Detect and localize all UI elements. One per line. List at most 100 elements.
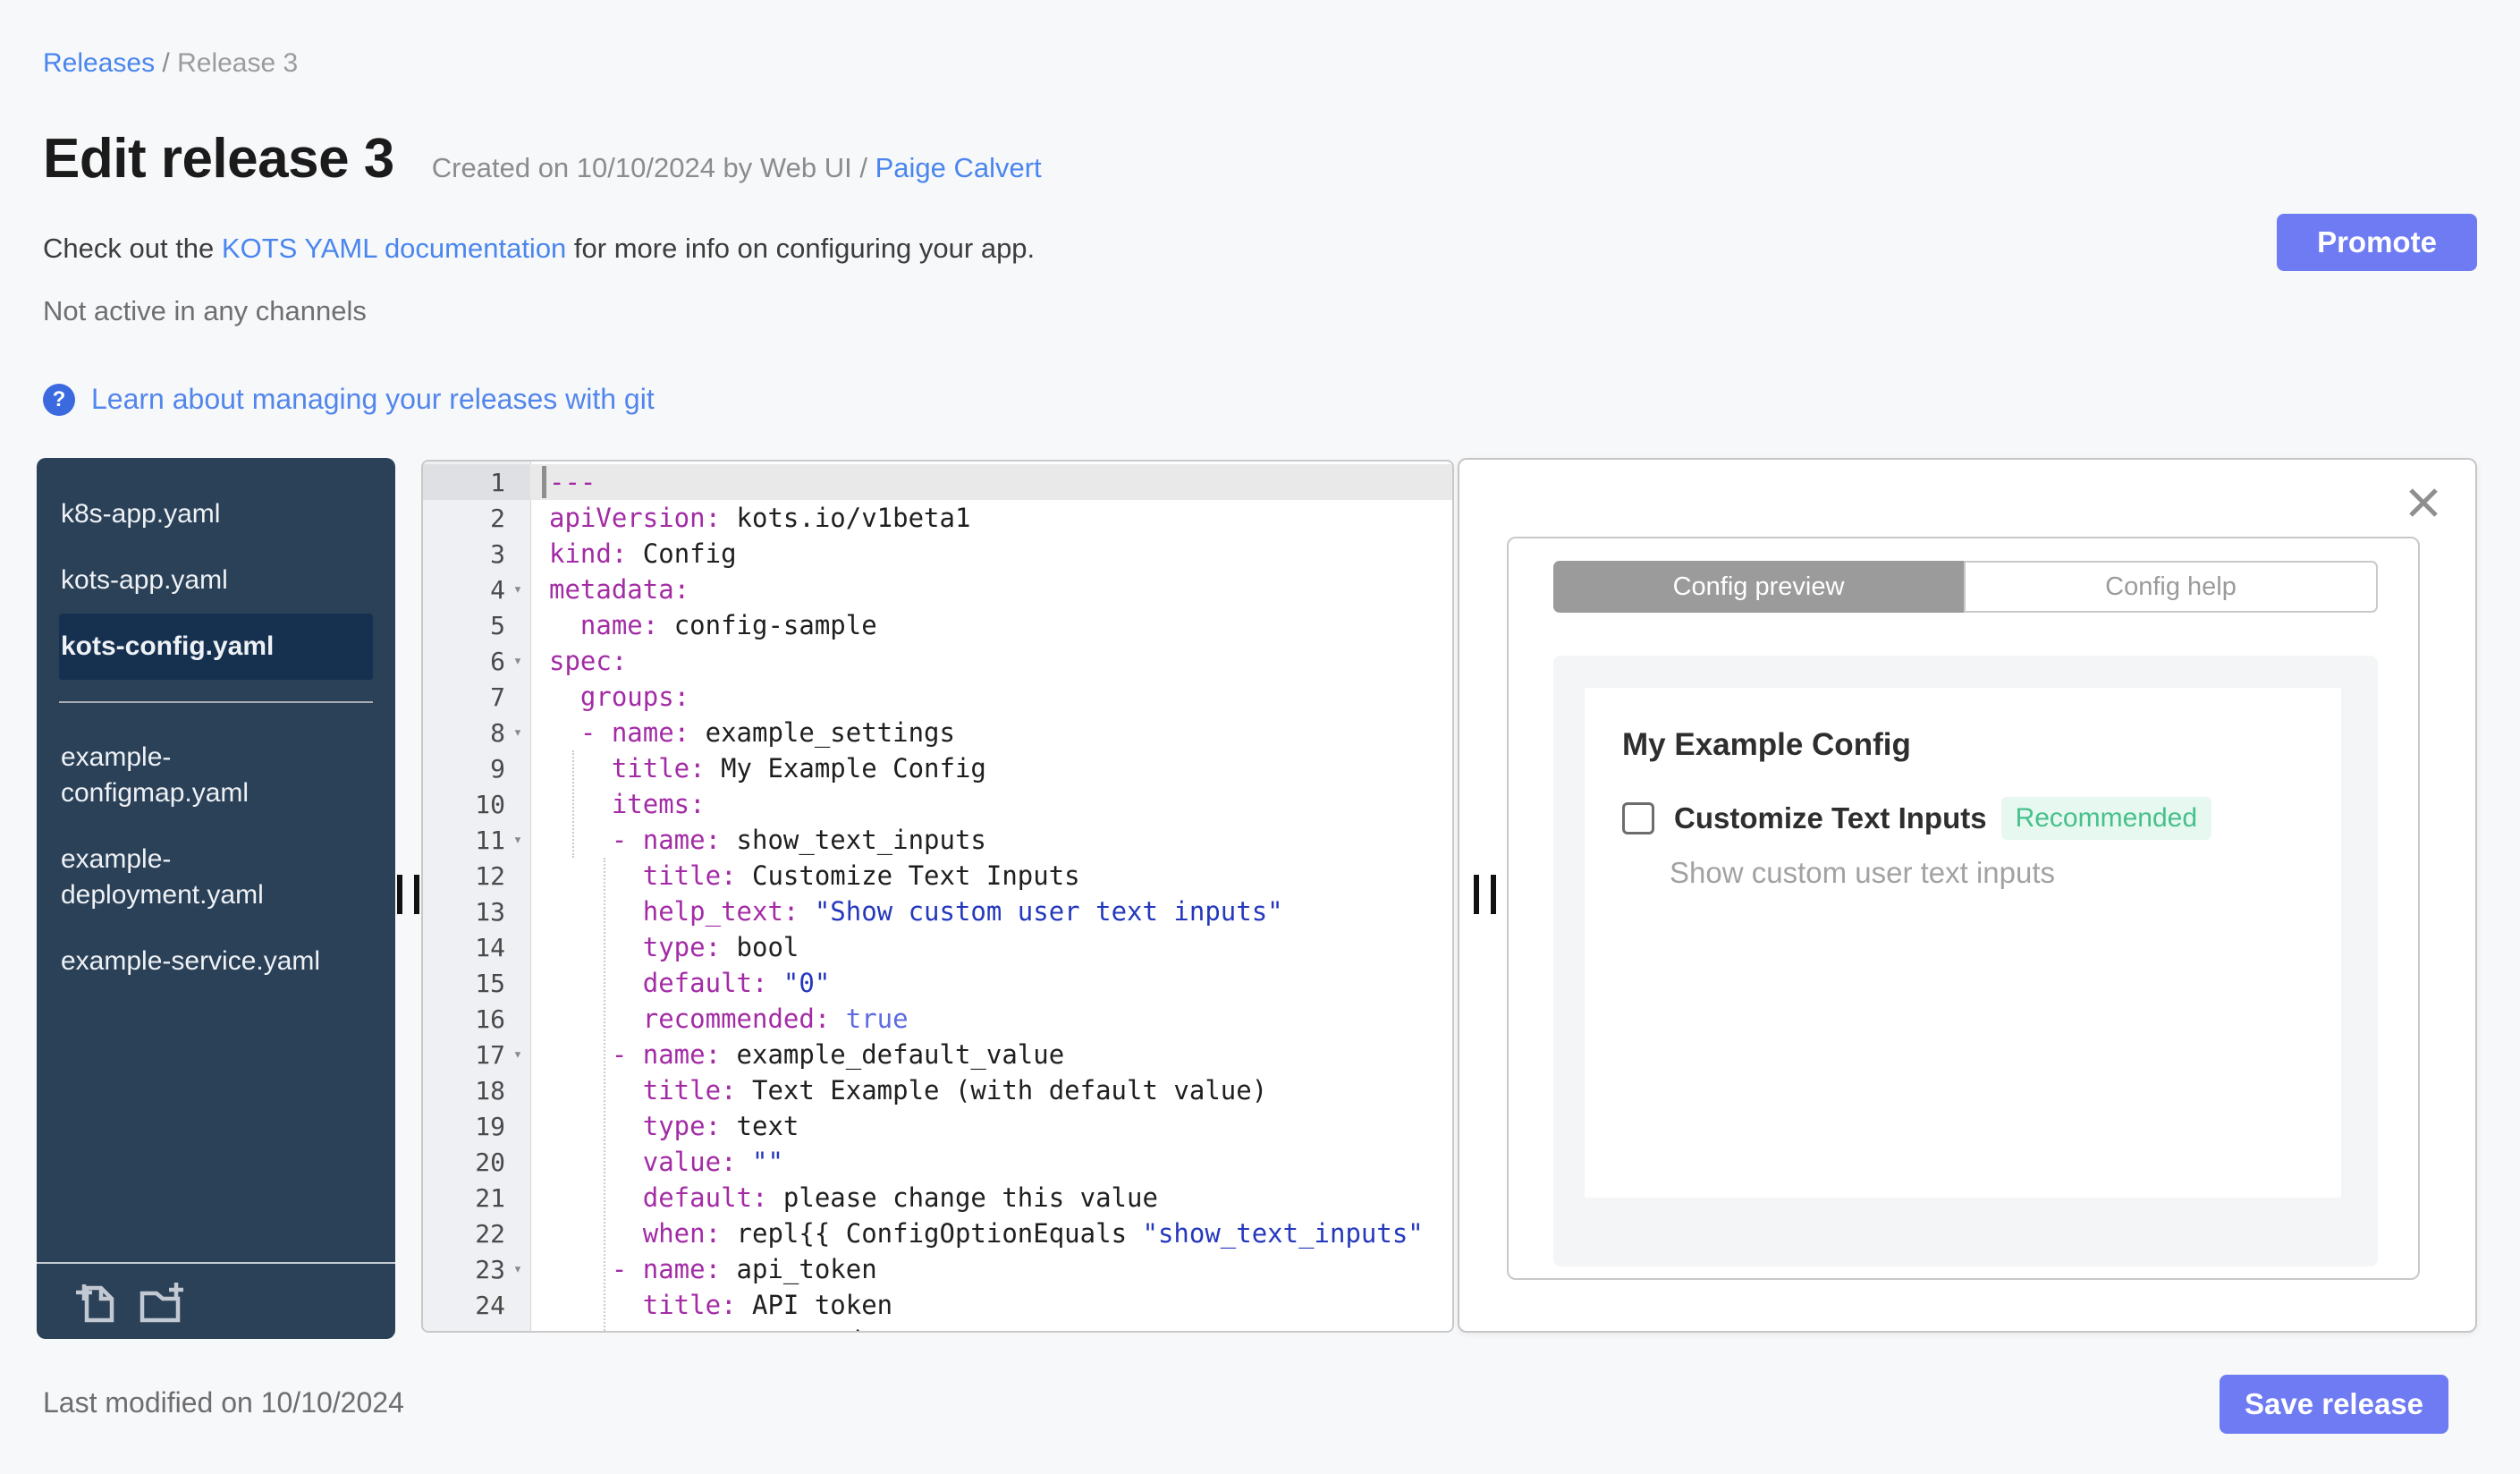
- line-number: 16: [475, 1004, 505, 1034]
- tab-config-preview[interactable]: Config preview: [1553, 561, 1964, 613]
- code-line-20: value: "": [642, 1147, 783, 1177]
- close-icon[interactable]: [2407, 487, 2440, 519]
- code-line-8: - name: example_settings: [579, 717, 955, 748]
- created-info: Created on 10/10/2024 by Web UI / Paige …: [432, 152, 1042, 184]
- code-line-4: metadata:: [549, 574, 690, 605]
- preview-tabs: Config preview Config help: [1553, 561, 2378, 613]
- add-folder-icon[interactable]: [139, 1279, 185, 1324]
- fold-arrow-icon[interactable]: ▾: [505, 580, 530, 598]
- save-release-button[interactable]: Save release: [2220, 1375, 2448, 1434]
- git-help-row: ? Learn about managing your releases wit…: [43, 383, 655, 416]
- line-number: 8 ▾: [423, 715, 530, 750]
- add-file-icon[interactable]: [74, 1279, 115, 1324]
- git-releases-link[interactable]: Learn about managing your releases with …: [91, 383, 655, 416]
- config-preview-area: My Example Config Customize Text Inputs …: [1553, 656, 2378, 1266]
- line-number: 23 ▾: [423, 1251, 530, 1287]
- panel-resize-handle[interactable]: [1474, 875, 1496, 914]
- file-list: k8s-app.yaml kots-app.yaml kots-config.yam…: [37, 481, 395, 995]
- sidebar-item-example-configmap.yaml[interactable]: example-configmap.yaml: [59, 724, 329, 826]
- line-number: 10: [475, 789, 505, 819]
- sidebar-item-example-deployment.yaml[interactable]: example-deployment.yaml: [59, 826, 329, 928]
- breadcrumb: Releases / Release 3: [43, 48, 298, 79]
- fold-arrow-icon[interactable]: ▾: [505, 1046, 530, 1063]
- text-cursor: [542, 466, 546, 498]
- line-number: 11 ▾: [423, 822, 530, 858]
- code-line-15: default: "0": [642, 968, 831, 998]
- line-number: 22: [475, 1218, 505, 1249]
- code-line-17: - name: example_default_value: [611, 1039, 1065, 1070]
- breadcrumb-releases-link[interactable]: Releases: [43, 48, 155, 78]
- code-line-12: title: Customize Text Inputs: [642, 860, 1080, 891]
- code-line-10: items:: [611, 789, 706, 819]
- code-line-6: spec:: [549, 646, 628, 676]
- code-line-11: - name: show_text_inputs: [611, 825, 986, 855]
- code-line-2: apiVersion: kots.io/v1beta1: [549, 503, 971, 533]
- sidebar-item-k8s-app.yaml[interactable]: k8s-app.yaml: [59, 481, 329, 547]
- sidebar-item-example-service.yaml[interactable]: example-service.yaml: [59, 928, 329, 995]
- fold-arrow-icon[interactable]: ▾: [505, 831, 530, 849]
- code-line-23: - name: api_token: [611, 1254, 877, 1284]
- question-mark-icon: ?: [43, 383, 75, 416]
- code-line-16: recommended: true: [642, 1004, 909, 1034]
- fold-arrow-icon[interactable]: ▾: [505, 1260, 530, 1278]
- line-number: 19: [475, 1111, 505, 1141]
- config-preview-panel: Config preview Config help My Example Con…: [1458, 458, 2477, 1333]
- last-modified-text: Last modified on 10/10/2024: [43, 1386, 404, 1419]
- customize-text-inputs-checkbox[interactable]: [1622, 802, 1654, 834]
- doc-line: Check out the KOTS YAML documentation fo…: [43, 233, 1035, 265]
- yaml-editor[interactable]: 1 2 3 4 ▾ 5 6 ▾ 7 8 ▾ 9 10 11 ▾ 12 13 14 15 16 17 ▾ 18 19 20 21 22…: [421, 460, 1454, 1333]
- line-number: 1: [490, 467, 505, 497]
- config-item-help-text: Show custom user text inputs: [1670, 856, 2056, 889]
- fold-arrow-icon[interactable]: ▾: [505, 724, 530, 741]
- fold-arrow-icon[interactable]: ▾: [505, 652, 530, 670]
- promote-button[interactable]: Promote: [2277, 214, 2477, 271]
- line-number: 15: [475, 968, 505, 998]
- created-author-link[interactable]: Paige Calvert: [875, 152, 1042, 183]
- doc-suffix: for more info on configuring your app.: [566, 233, 1036, 264]
- code-line-22: when: repl{{ ConfigOptionEquals "show_te…: [642, 1218, 1424, 1249]
- code-line-3: kind: Config: [549, 538, 737, 569]
- config-group-title: My Example Config: [1622, 727, 1911, 762]
- line-number: 18: [475, 1075, 505, 1106]
- line-number: 4 ▾: [423, 572, 530, 607]
- code-line-24: title: API token: [642, 1290, 893, 1320]
- code-line-25: type: password: [549, 1323, 861, 1331]
- preview-card: Config preview Config help My Example Con…: [1507, 537, 2420, 1280]
- line-number: 21: [475, 1182, 505, 1213]
- sidebar-item-kots-app.yaml[interactable]: kots-app.yaml: [59, 547, 329, 614]
- sidebar-bottom-bar: [37, 1262, 395, 1339]
- breadcrumb-current: Release 3: [177, 48, 299, 78]
- code-line-1: ---: [549, 467, 596, 497]
- line-number: 17 ▾: [423, 1037, 530, 1072]
- line-number: 14: [475, 932, 505, 962]
- line-number: 25: [423, 1323, 530, 1332]
- code-line-9: title: My Example Config: [611, 753, 986, 784]
- page-title: Edit release 3: [43, 128, 394, 190]
- sidebar-resize-handle[interactable]: [397, 875, 419, 914]
- title-row: Edit release 3 Created on 10/10/2024 by …: [43, 127, 1042, 191]
- line-number: 12: [475, 860, 505, 891]
- kots-yaml-doc-link[interactable]: KOTS YAML documentation: [222, 233, 566, 264]
- line-number: 2: [490, 503, 505, 533]
- doc-prefix: Check out the: [43, 233, 222, 264]
- tab-config-help[interactable]: Config help: [1964, 561, 2378, 613]
- channel-status: Not active in any channels: [43, 295, 367, 326]
- release-editor-page: Releases / Release 3 Edit release 3 Crea…: [0, 0, 2520, 1474]
- created-prefix: Created on 10/10/2024 by Web UI /: [431, 152, 867, 183]
- config-item-row: Customize Text Inputs Recommended: [1622, 797, 2212, 840]
- sidebar-item-kots-config.yaml[interactable]: kots-config.yaml: [59, 614, 373, 680]
- code-line-14: type: bool: [642, 932, 799, 962]
- code-line-5: name: config-sample: [579, 610, 877, 640]
- line-number: 9: [490, 753, 505, 784]
- sidebar-divider: [59, 701, 373, 703]
- config-form-card: My Example Config Customize Text Inputs …: [1585, 688, 2341, 1198]
- config-item-label: Customize Text Inputs: [1674, 801, 1987, 834]
- code-line-19: type: text: [642, 1111, 799, 1141]
- line-number: 3: [490, 538, 505, 569]
- breadcrumb-separator: /: [162, 48, 170, 78]
- code-line-13: help_text: "Show custom user text inputs…: [642, 896, 1283, 927]
- code-line-21: default: please change this value: [642, 1182, 1158, 1213]
- line-number: 20: [475, 1147, 505, 1177]
- line-number: 24: [475, 1290, 505, 1320]
- code-line-7: groups:: [579, 682, 690, 712]
